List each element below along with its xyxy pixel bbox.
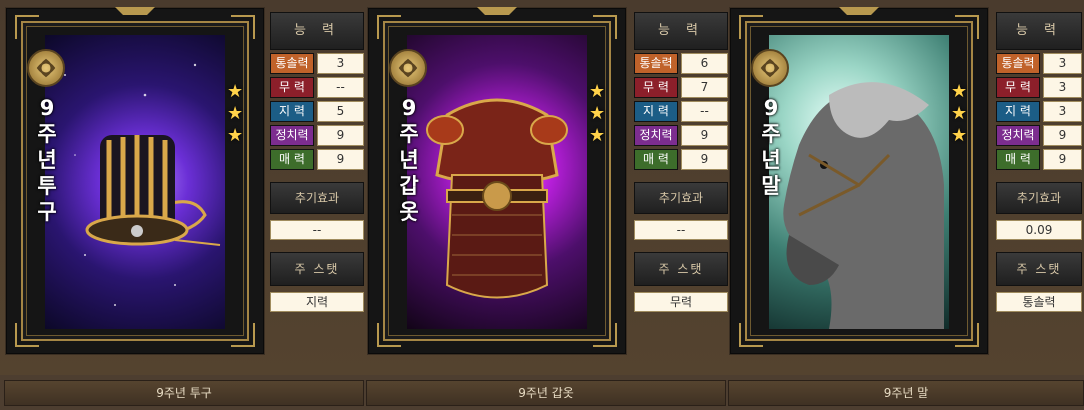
stat-row-mu: 무 력 -- xyxy=(270,77,364,98)
stat-label: 무 력 xyxy=(996,77,1040,98)
stats-panel-horse: 능 력 통솔력 3 무 력3 지 력3 정치력 9 매 력9 추기효과 0.09 주… xyxy=(996,12,1082,312)
main-stat-value: 통솔력 xyxy=(996,292,1082,312)
extra-effect-header: 추기효과 xyxy=(634,182,728,214)
stat-row-ji: 지 력3 xyxy=(996,101,1082,122)
stat-label: 무 력 xyxy=(270,77,314,98)
stat-value: 9 xyxy=(681,125,728,146)
stat-label: 매 력 xyxy=(996,149,1040,170)
stat-label: 지 력 xyxy=(270,101,314,122)
main-stat-value: 지력 xyxy=(270,292,364,312)
horse-image xyxy=(769,35,949,329)
stat-row-mae: 매 력9 xyxy=(270,149,364,170)
star-icon: ★ xyxy=(227,103,244,124)
main-stat-header: 주 스탯 xyxy=(996,252,1082,286)
stat-label: 지 력 xyxy=(634,101,678,122)
extra-effect-value: -- xyxy=(634,220,728,240)
extra-effect-header: 추기효과 xyxy=(996,182,1082,214)
stat-value: -- xyxy=(317,77,364,98)
extra-effect-value: -- xyxy=(270,220,364,240)
star-icon: ★ xyxy=(951,125,968,146)
star-icon: ★ xyxy=(589,125,606,146)
star-rating: ★ ★ ★ xyxy=(589,81,607,147)
stat-value: 3 xyxy=(1043,53,1082,74)
stat-row-mu: 무 력7 xyxy=(634,77,728,98)
star-icon: ★ xyxy=(951,103,968,124)
stat-row-tong: 통솔력 6 xyxy=(634,53,728,74)
item-name-bar[interactable]: 9주년 갑옷 xyxy=(366,380,726,406)
stat-row-jeong: 정치력 9 xyxy=(634,125,728,146)
stat-label: 매 력 xyxy=(270,149,314,170)
extra-effect-header: 추기효과 xyxy=(270,182,364,214)
stat-row-tong: 통솔력 3 xyxy=(996,53,1082,74)
stat-label: 통솔력 xyxy=(270,53,314,74)
knot-medal-icon xyxy=(27,49,65,87)
main-stat-header: 주 스탯 xyxy=(634,252,728,286)
star-icon: ★ xyxy=(951,81,968,102)
stats-panel-armor: 능 력 통솔력 6 무 력7 지 력 -- 정치력 9 매 력9 추기효과 -- 주 … xyxy=(634,12,728,312)
ability-header: 능 력 xyxy=(996,12,1082,50)
main-stat-value: 무력 xyxy=(634,292,728,312)
stat-label: 통솔력 xyxy=(996,53,1040,74)
stat-value: 3 xyxy=(1043,77,1082,98)
star-icon: ★ xyxy=(589,81,606,102)
star-icon: ★ xyxy=(227,125,244,146)
card-title-vertical: 9주년 투구 xyxy=(37,96,57,224)
stat-label: 정치력 xyxy=(270,125,314,146)
extra-effect-value: 0.09 xyxy=(996,220,1082,240)
stat-label: 정치력 xyxy=(996,125,1040,146)
stat-value: 7 xyxy=(681,77,728,98)
item-card-armor[interactable]: ★ ★ ★ 9주년 갑옷 xyxy=(368,7,626,354)
item-card-horse[interactable]: ★ ★ ★ 9주년 말 xyxy=(730,7,988,354)
ability-header: 능 력 xyxy=(270,12,364,50)
stat-label: 무 력 xyxy=(634,77,678,98)
stat-label: 정치력 xyxy=(634,125,678,146)
stat-value: -- xyxy=(681,101,728,122)
stat-row-jeong: 정치력 9 xyxy=(996,125,1082,146)
star-rating: ★ ★ ★ xyxy=(951,81,969,147)
stat-label: 통솔력 xyxy=(634,53,678,74)
item-card-helmet[interactable]: ★ ★ ★ 9주년 투구 xyxy=(6,7,264,354)
armor-image xyxy=(407,35,587,329)
stat-value: 5 xyxy=(317,101,364,122)
stat-label: 매 력 xyxy=(634,149,678,170)
stat-row-mae: 매 력9 xyxy=(996,149,1082,170)
item-name-bar[interactable]: 9주년 투구 xyxy=(4,380,364,406)
stat-row-tong: 통솔력 3 xyxy=(270,53,364,74)
ability-header: 능 력 xyxy=(634,12,728,50)
stat-value: 9 xyxy=(1043,149,1082,170)
stat-value: 6 xyxy=(681,53,728,74)
stat-value: 3 xyxy=(1043,101,1082,122)
stat-label: 지 력 xyxy=(996,101,1040,122)
stat-row-mu: 무 력3 xyxy=(996,77,1082,98)
card-title-vertical: 9주년 말 xyxy=(761,96,781,198)
helmet-image xyxy=(45,35,225,329)
stat-row-ji: 지 력 -- xyxy=(634,101,728,122)
stat-value: 9 xyxy=(317,149,364,170)
star-icon: ★ xyxy=(227,81,244,102)
stat-row-mae: 매 력9 xyxy=(634,149,728,170)
star-icon: ★ xyxy=(589,103,606,124)
stat-row-jeong: 정치력 9 xyxy=(270,125,364,146)
knot-medal-icon xyxy=(751,49,789,87)
stat-value: 9 xyxy=(317,125,364,146)
main-stat-header: 주 스탯 xyxy=(270,252,364,286)
stat-value: 9 xyxy=(681,149,728,170)
stat-row-ji: 지 력5 xyxy=(270,101,364,122)
stat-value: 3 xyxy=(317,53,364,74)
item-name-bar[interactable]: 9주년 말 xyxy=(728,380,1084,406)
stat-value: 9 xyxy=(1043,125,1082,146)
stats-panel-helmet: 능 력 통솔력 3 무 력 -- 지 력5 정치력 9 매 력9 추기효과 -- 주 … xyxy=(270,12,364,312)
knot-medal-icon xyxy=(389,49,427,87)
star-rating: ★ ★ ★ xyxy=(227,81,245,147)
card-title-vertical: 9주년 갑옷 xyxy=(399,96,419,224)
